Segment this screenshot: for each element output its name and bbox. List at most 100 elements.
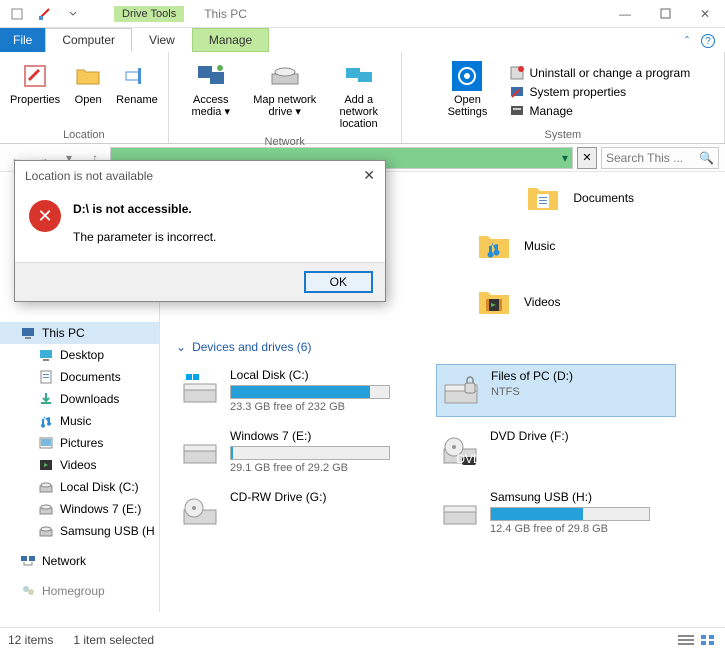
drive-icon (269, 60, 301, 92)
properties-button[interactable]: Properties (6, 56, 64, 127)
tree-homegroup[interactable]: Homegroup (0, 580, 159, 602)
manage-button[interactable]: Manage (505, 102, 694, 120)
error-dialog: Location is not available ✕ ✕ D:\ is not… (14, 160, 386, 302)
tree-network[interactable]: Network (0, 550, 159, 572)
tab-file[interactable]: File (0, 28, 45, 52)
open-button[interactable]: Open (66, 56, 110, 127)
music-folder-icon (476, 228, 512, 264)
dialog-titlebar: Location is not available ✕ (15, 161, 385, 190)
title-bar: Drive Tools This PC — ✕ (0, 0, 725, 28)
map-drive-button[interactable]: Map network drive ▾ (249, 56, 321, 134)
dialog-heading: D:\ is not accessible. (73, 200, 216, 218)
homegroup-icon (20, 583, 36, 599)
drive-item[interactable]: DVDDVD Drive (F:) (436, 425, 676, 478)
rename-icon (121, 60, 153, 92)
uninstall-icon (509, 65, 525, 81)
drive-icon (180, 368, 220, 408)
tree-item[interactable]: Windows 7 (E:) (0, 498, 159, 520)
status-count: 12 items (8, 633, 53, 647)
tree-item-icon (38, 413, 54, 429)
drive-icon (180, 429, 220, 469)
error-icon: ✕ (29, 200, 61, 232)
drive-item[interactable]: Local Disk (C:)23.3 GB free of 232 GB (176, 364, 416, 417)
maximize-button[interactable] (645, 0, 685, 28)
drive-item[interactable]: Files of PC (D:)NTFS (436, 364, 676, 417)
minimize-button[interactable]: — (605, 0, 645, 28)
window-title: This PC (204, 7, 247, 21)
tree-item-icon (38, 391, 54, 407)
add-location-button[interactable]: Add a network location (323, 56, 395, 134)
tree-item-icon (38, 435, 54, 451)
drive-item[interactable]: Samsung USB (H:)12.4 GB free of 29.8 GB (436, 486, 676, 539)
address-refresh-button[interactable]: ✕ (577, 147, 597, 169)
ok-button[interactable]: OK (304, 271, 373, 293)
manage-icon (509, 103, 525, 119)
folder-music[interactable]: Music (476, 228, 555, 264)
tree-item-icon (38, 347, 54, 363)
chevron-up-icon[interactable]: ˆ (685, 34, 689, 48)
drive-usage-bar (230, 385, 390, 399)
drive-item[interactable]: CD-RW Drive (G:) (176, 486, 416, 539)
view-details-button[interactable] (677, 633, 695, 647)
system-properties-button[interactable]: System properties (505, 83, 694, 101)
svg-text:DVD: DVD (456, 452, 480, 466)
ribbon-tabs: File Computer View Manage ˆ ? (0, 28, 725, 52)
view-icons-button[interactable] (699, 633, 717, 647)
chevron-down-icon: ⌄ (176, 340, 186, 354)
folder-open-icon (72, 60, 104, 92)
tree-item-icon (38, 523, 54, 539)
search-icon: 🔍 (699, 151, 714, 165)
monitors-icon (343, 60, 375, 92)
drive-icon (441, 369, 481, 409)
status-bar: 12 items 1 item selected (0, 627, 725, 651)
pc-icon (20, 325, 36, 341)
drive-icon (180, 490, 220, 530)
devices-section-header[interactable]: ⌄Devices and drives (6) (176, 340, 709, 354)
folder-videos[interactable]: Videos (476, 284, 560, 320)
drive-item[interactable]: Windows 7 (E:)29.1 GB free of 29.2 GB (176, 425, 416, 478)
ribbon-group-system: Open Settings Uninstall or change a prog… (402, 52, 725, 143)
settings-icon (451, 60, 483, 92)
search-input[interactable]: Search This ...🔍 (601, 147, 719, 169)
tree-item-icon (38, 369, 54, 385)
tree-item[interactable]: Downloads (0, 388, 159, 410)
tree-item[interactable]: Samsung USB (H (0, 520, 159, 542)
tree-item[interactable]: Pictures (0, 432, 159, 454)
uninstall-button[interactable]: Uninstall or change a program (505, 64, 694, 82)
network-icon (20, 553, 36, 569)
tree-item[interactable]: Videos (0, 454, 159, 476)
tree-item-icon (38, 501, 54, 517)
dialog-close-button[interactable]: ✕ (363, 167, 375, 184)
sys-props-icon (509, 84, 525, 100)
access-media-button[interactable]: Access media ▾ (175, 56, 247, 134)
videos-folder-icon (476, 284, 512, 320)
drive-usage-bar (230, 446, 390, 460)
tab-view[interactable]: View (132, 28, 192, 52)
qat-dropdown-icon[interactable] (64, 5, 82, 23)
folder-documents[interactable]: Documents (525, 180, 634, 216)
tab-computer[interactable]: Computer (45, 28, 132, 52)
tree-this-pc[interactable]: This PC (0, 322, 159, 344)
status-selected: 1 item selected (73, 633, 154, 647)
help-icon[interactable]: ? (701, 34, 715, 48)
ribbon-group-network: Access media ▾ Map network drive ▾ Add a… (169, 52, 402, 143)
tree-item[interactable]: Local Disk (C:) (0, 476, 159, 498)
ribbon-collapse[interactable]: ˆ ? (675, 30, 725, 52)
qat-back-icon[interactable] (8, 5, 26, 23)
close-button[interactable]: ✕ (685, 0, 725, 28)
media-icon (195, 60, 227, 92)
quick-access-toolbar (0, 5, 82, 23)
tab-manage[interactable]: Manage (192, 28, 269, 52)
tree-item-icon (38, 479, 54, 495)
drive-usage-bar (490, 507, 650, 521)
context-tab-label: Drive Tools (114, 6, 184, 22)
tree-item[interactable]: Desktop (0, 344, 159, 366)
open-settings-button[interactable]: Open Settings (431, 56, 503, 127)
tree-item[interactable]: Music (0, 410, 159, 432)
tree-item[interactable]: Documents (0, 366, 159, 388)
rename-button[interactable]: Rename (112, 56, 162, 127)
dialog-message: The parameter is incorrect. (73, 230, 216, 244)
ribbon-group-location: Properties Open Rename Location (0, 52, 169, 143)
properties-icon (19, 60, 51, 92)
qat-properties-icon[interactable] (36, 5, 54, 23)
